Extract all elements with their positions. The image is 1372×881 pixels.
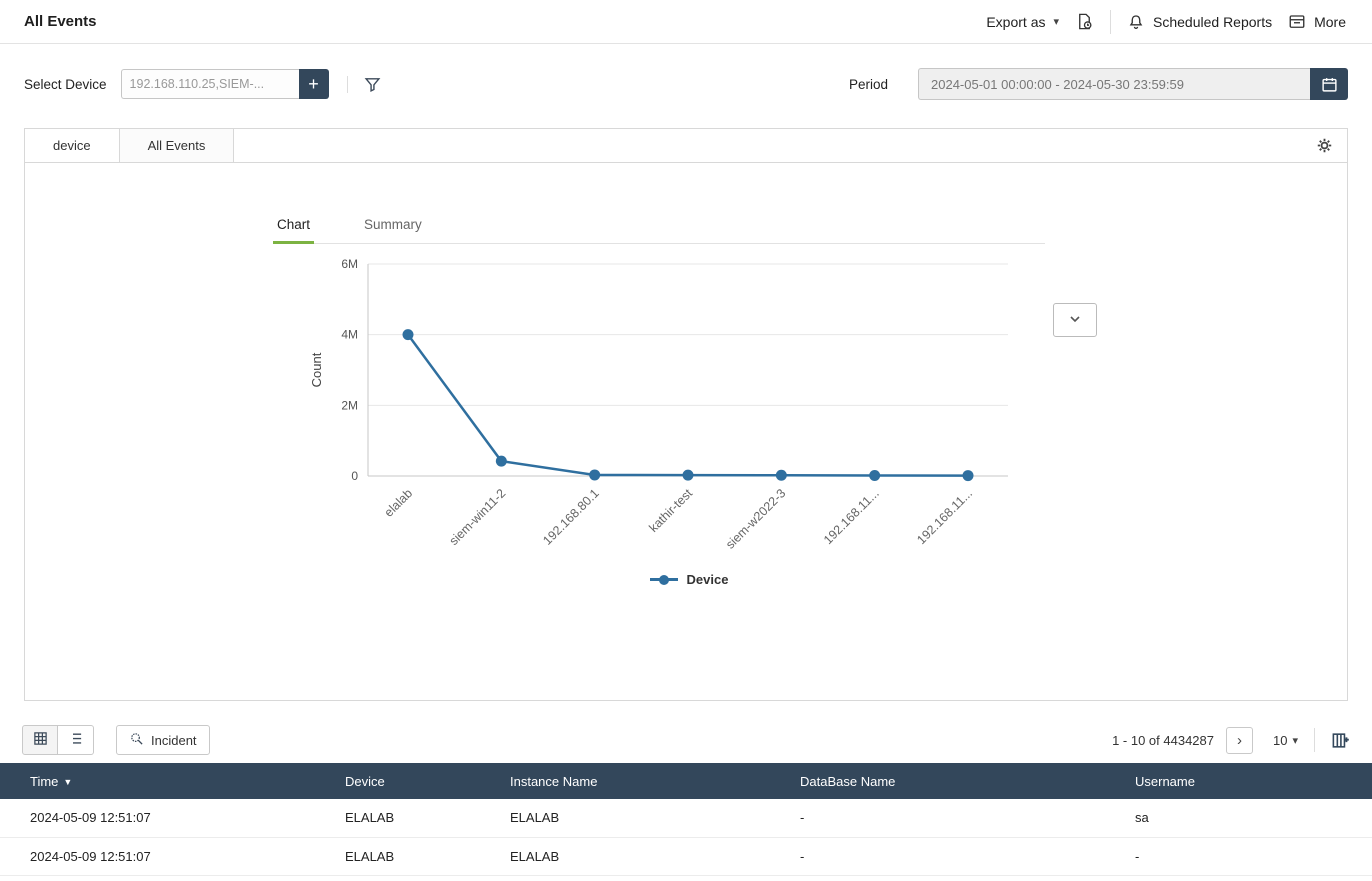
cell-device: ELALAB <box>335 837 500 875</box>
more-button[interactable]: More <box>1288 13 1346 31</box>
col-header-instance-name[interactable]: Instance Name <box>500 763 790 799</box>
col-instance-name-label: Instance Name <box>510 774 597 789</box>
cell-time: 2024-05-09 12:51:07 <box>0 875 335 881</box>
col-header-database-name[interactable]: DataBase Name <box>790 763 1125 799</box>
caret-down-icon: ▾ <box>1053 15 1059 28</box>
more-label: More <box>1314 14 1346 30</box>
calendar-icon[interactable] <box>1310 68 1348 100</box>
col-time-label: Time <box>30 774 58 789</box>
cell-time: 2024-05-09 12:51:07 <box>0 837 335 875</box>
cell-username: - <box>1125 875 1372 881</box>
col-header-time[interactable]: Time ▼ <box>0 763 335 799</box>
subtab-chart[interactable]: Chart <box>273 209 314 244</box>
table-row[interactable]: 2024-05-09 12:51:07 ELALAB ELALAB - - <box>0 837 1372 875</box>
device-input[interactable] <box>121 69 299 99</box>
select-device-label: Select Device <box>24 77 107 92</box>
cell-time: 2024-05-09 12:51:07 <box>0 799 335 837</box>
table-header-row: Time ▼ Device Instance Name DataBase Name… <box>0 763 1372 799</box>
table-row[interactable]: 2024-05-09 12:51:07 ELALAB ELALAB - sa <box>0 799 1372 837</box>
events-table: Time ▼ Device Instance Name DataBase Name… <box>0 763 1372 881</box>
filter-row: Select Device + Period <box>0 44 1372 128</box>
svg-text:elalab: elalab <box>382 486 416 520</box>
legend-line-marker <box>650 578 678 581</box>
page-header: All Events Export as ▾ Scheduled Reports <box>0 0 1372 44</box>
page-title: All Events <box>24 13 97 30</box>
svg-text:siem-win11-2: siem-win11-2 <box>447 486 509 548</box>
subtab-chart-label: Chart <box>277 217 310 232</box>
svg-text:0: 0 <box>351 469 358 483</box>
svg-text:6M: 6M <box>341 257 358 271</box>
chart-block: Chart Summary 0 2M 4M 6M Count elalab siem-win… <box>273 209 1065 587</box>
tab-device[interactable]: device <box>25 129 120 162</box>
scheduled-reports-button[interactable]: Scheduled Reports <box>1127 13 1272 31</box>
cell-database-name: - <box>790 837 1125 875</box>
chevron-down-icon <box>1067 311 1083 330</box>
settings-gear-icon[interactable] <box>1316 137 1333 159</box>
subtab-summary[interactable]: Summary <box>360 209 426 244</box>
tab-all-events[interactable]: All Events <box>120 129 235 162</box>
report-tab-strip: device All Events <box>25 129 1347 163</box>
svg-text:Count: Count <box>309 352 324 387</box>
period-label: Period <box>849 77 888 92</box>
svg-text:4M: 4M <box>341 328 358 342</box>
chart-subtabs: Chart Summary <box>273 209 1045 244</box>
report-panel: device All Events Chart Summary 02M4M6MC… <box>24 128 1348 701</box>
cell-device: ELALAB <box>335 875 500 881</box>
legend-label: Device <box>687 572 729 587</box>
cell-database-name: - <box>790 875 1125 881</box>
cell-instance-name: ELALAB <box>500 875 790 881</box>
svg-text:2M: 2M <box>341 398 358 412</box>
chart-collapse-button[interactable] <box>1053 303 1097 337</box>
tab-all-events-label: All Events <box>148 138 206 153</box>
sort-desc-icon: ▼ <box>63 777 72 787</box>
cell-device: ELALAB <box>335 799 500 837</box>
svg-text:192.168.80.1: 192.168.80.1 <box>540 486 602 548</box>
device-count-line-chart: 0 2M 4M 6M Count elalab siem-win11-2 192.168.80… <box>273 246 1065 568</box>
subtab-summary-label: Summary <box>364 217 422 232</box>
col-username-label: Username <box>1135 774 1195 789</box>
cell-database-name: - <box>790 799 1125 837</box>
chart-legend[interactable]: Device <box>273 572 1065 587</box>
col-device-label: Device <box>345 774 385 789</box>
cell-instance-name: ELALAB <box>500 799 790 837</box>
col-database-name-label: DataBase Name <box>800 774 895 789</box>
svg-text:siem-w2022-3: siem-w2022-3 <box>723 486 788 551</box>
report-panel-body: Chart Summary 0 2M 4M 6M Count elalab siem-win… <box>25 209 1347 747</box>
cell-username: - <box>1125 837 1372 875</box>
export-as-label: Export as <box>986 14 1045 30</box>
svg-text:192.168.11...: 192.168.11... <box>914 486 975 547</box>
export-history-icon[interactable] <box>1075 12 1094 31</box>
col-header-device[interactable]: Device <box>335 763 500 799</box>
col-header-username[interactable]: Username <box>1125 763 1372 799</box>
header-divider <box>1110 10 1111 34</box>
more-icon <box>1288 13 1306 31</box>
add-device-button[interactable]: + <box>299 69 329 99</box>
svg-text:192.168.11...: 192.168.11... <box>821 486 882 547</box>
export-as-button[interactable]: Export as ▾ <box>986 14 1059 30</box>
tab-device-label: device <box>53 138 91 153</box>
cell-instance-name: ELALAB <box>500 837 790 875</box>
filter-icon[interactable] <box>347 76 381 93</box>
period-input[interactable] <box>918 68 1310 100</box>
table-row[interactable]: 2024-05-09 12:51:07 ELALAB ELALAB - - <box>0 875 1372 881</box>
svg-text:kathir-test: kathir-test <box>646 486 695 535</box>
scheduled-reports-label: Scheduled Reports <box>1153 14 1272 30</box>
cell-username: sa <box>1125 799 1372 837</box>
bell-icon <box>1127 13 1145 31</box>
